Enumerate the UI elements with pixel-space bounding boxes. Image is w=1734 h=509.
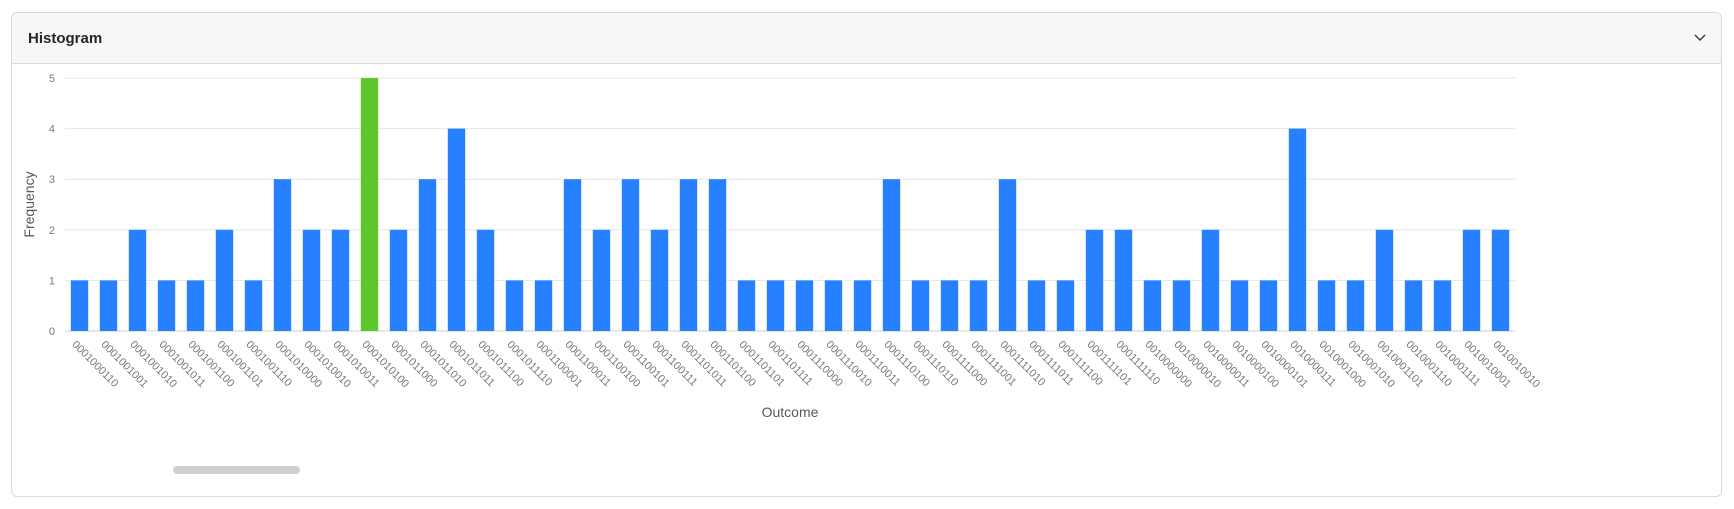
bar (998, 179, 1017, 331)
bar (1114, 229, 1133, 331)
bar (795, 280, 814, 331)
histogram-chart: 0123450001000110000100100100010010100001… (21, 73, 1542, 420)
bar (389, 229, 408, 331)
bar (360, 78, 379, 331)
y-tick-label: 3 (49, 174, 55, 186)
bar (1259, 280, 1278, 331)
bar (911, 280, 930, 331)
bar (621, 179, 640, 331)
bar (1143, 280, 1162, 331)
bar (1085, 229, 1104, 331)
bar (157, 280, 176, 331)
y-tick-label: 2 (49, 225, 55, 237)
bar (1288, 128, 1307, 331)
bar (824, 280, 843, 331)
bar (969, 280, 988, 331)
bar (1433, 280, 1452, 331)
bar (563, 179, 582, 331)
bar (1201, 229, 1220, 331)
bar (1346, 280, 1365, 331)
bar (737, 280, 756, 331)
bar (331, 229, 350, 331)
bar (1172, 280, 1191, 331)
chart-area: 0 1 2 3 4 5 0001000110 0001001001 0001001010 0001… (12, 65, 1721, 496)
bar (853, 280, 872, 331)
bar (882, 179, 901, 331)
bar (99, 280, 118, 331)
bar (679, 179, 698, 331)
bar (534, 280, 553, 331)
bar (418, 179, 437, 331)
panel-header[interactable]: Histogram (12, 13, 1721, 64)
horizontal-scrollbar[interactable] (173, 466, 300, 474)
y-axis-label: Frequency (21, 171, 37, 237)
y-tick-label: 4 (49, 124, 55, 136)
bar (244, 280, 263, 331)
y-tick-label: 1 (49, 275, 55, 287)
bar (70, 280, 89, 331)
bar (1056, 280, 1075, 331)
panel-title: Histogram (28, 29, 103, 47)
bar (302, 229, 321, 331)
bar (1404, 280, 1423, 331)
x-axis-label: Outcome (762, 404, 819, 420)
bar (447, 128, 466, 331)
histogram-panel: Histogram 0 1 2 3 4 5 0001000110 0001001001 0001… (11, 12, 1722, 497)
bar (592, 229, 611, 331)
y-tick-label: 0 (49, 326, 55, 338)
bar (215, 229, 234, 331)
bar (650, 229, 669, 331)
bar (1462, 229, 1481, 331)
bar (128, 229, 147, 331)
bar (186, 280, 205, 331)
bar (1317, 280, 1336, 331)
bar (273, 179, 292, 331)
chevron-down-icon[interactable] (1693, 31, 1707, 45)
bar (940, 280, 959, 331)
y-tick-label: 5 (49, 73, 55, 85)
bar (476, 229, 495, 331)
bar (1491, 229, 1510, 331)
bar (766, 280, 785, 331)
bar (1375, 229, 1394, 331)
bar (505, 280, 524, 331)
bar (1230, 280, 1249, 331)
bar (1027, 280, 1046, 331)
bar (708, 179, 727, 331)
